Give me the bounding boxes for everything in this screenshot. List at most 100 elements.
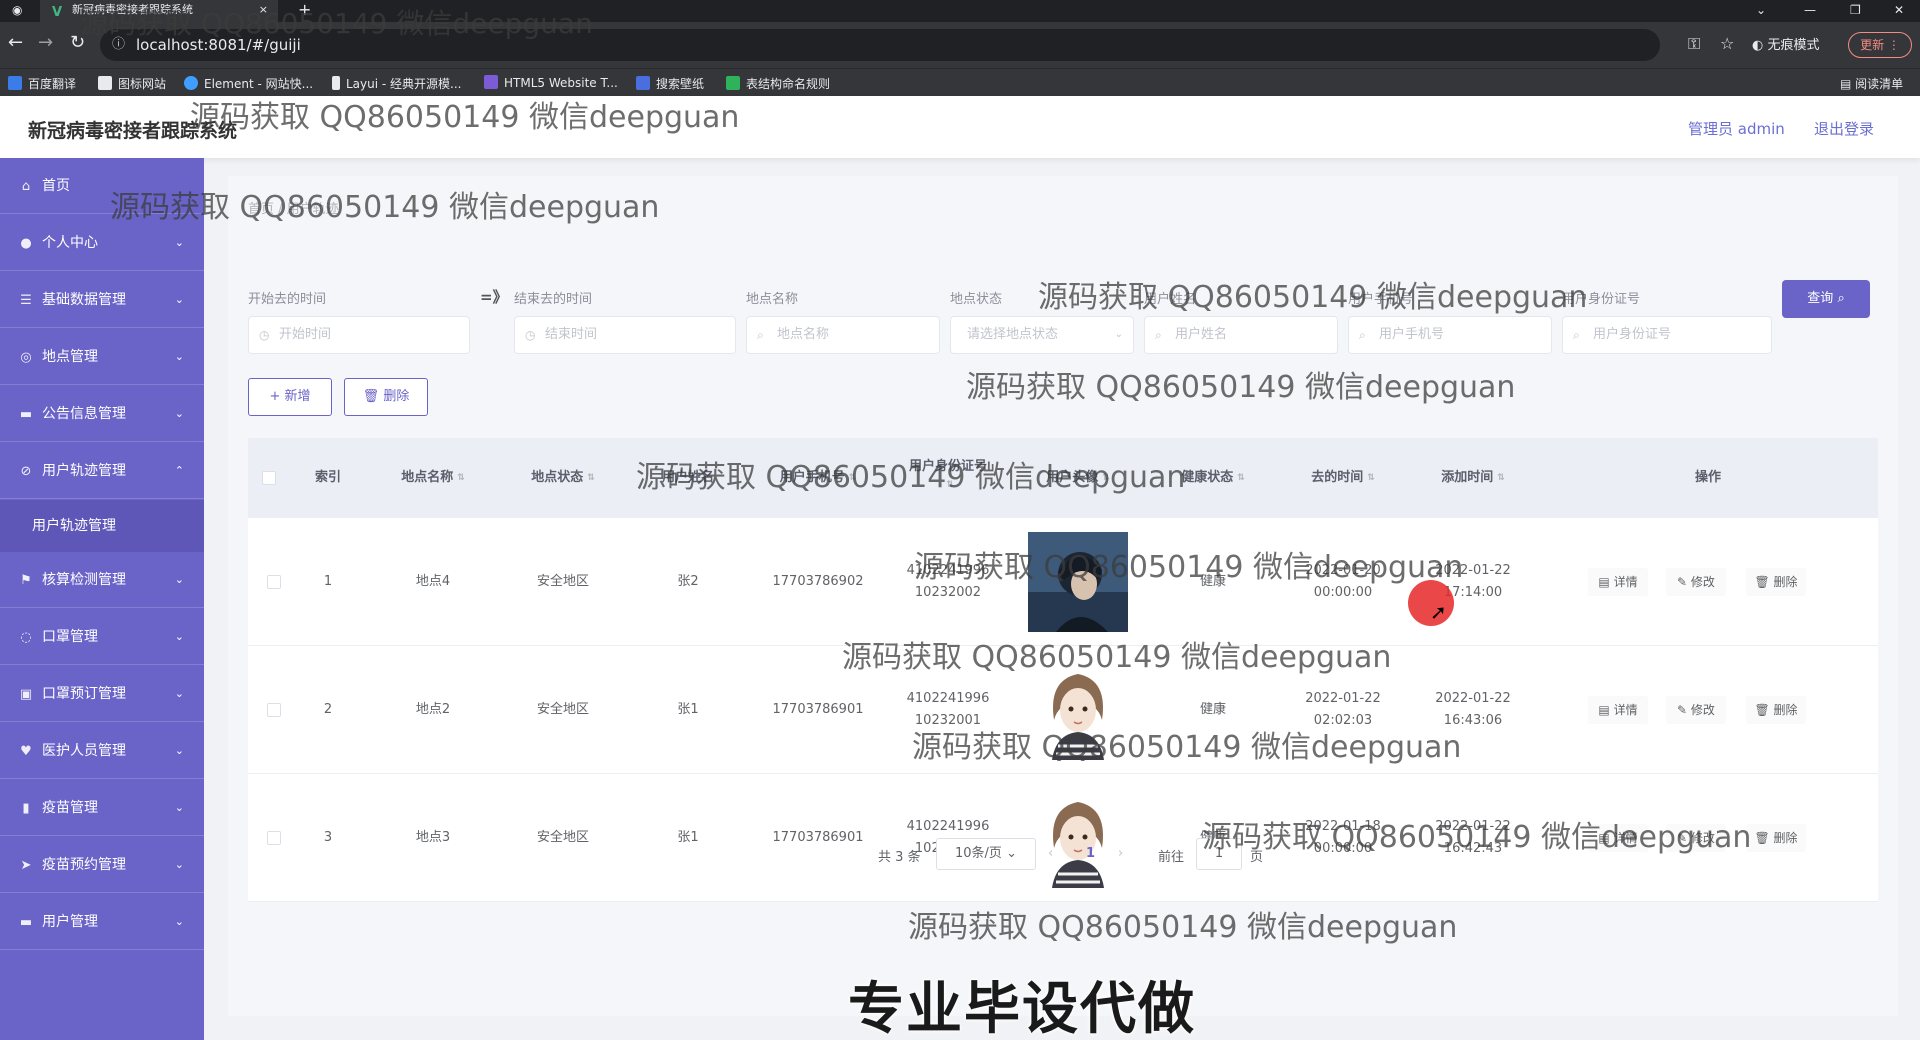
col-username[interactable]: 用户姓名 <box>628 438 748 518</box>
row-checkbox[interactable] <box>267 703 281 717</box>
tab-search-icon[interactable]: ⌄ <box>1756 0 1766 20</box>
sort-icon[interactable]: ⇅ <box>946 476 954 494</box>
add-button[interactable]: + 新增 <box>248 378 332 416</box>
bookmark-item[interactable]: 百度翻译 <box>8 75 76 92</box>
cell-place: 地点4 <box>415 574 451 589</box>
close-window-icon[interactable]: ✕ <box>1894 0 1904 20</box>
sidebar-item-home[interactable]: ⌂ 首页 <box>0 158 204 214</box>
sidebar-subitem-tracks[interactable]: 用户轨迹管理 <box>0 500 204 552</box>
key-icon[interactable]: ⚿ <box>1688 34 1700 54</box>
delete-button[interactable]: 🗑 删除 <box>1746 568 1806 596</box>
bookmark-item[interactable]: Layui - 经典开源模... <box>332 75 461 92</box>
new-tab-button[interactable]: + <box>298 0 311 20</box>
user-phone-label: 用户手机号 <box>1348 292 1414 307</box>
row-checkbox[interactable] <box>267 575 281 589</box>
sidebar-item-profile[interactable]: ● 个人中心 ⌄ <box>0 215 204 271</box>
col-go-time[interactable]: 去的时间 ⇅ <box>1278 438 1408 518</box>
bookmark-item[interactable]: Element - 网站快... <box>184 75 313 92</box>
star-icon[interactable]: ☆ <box>1720 34 1734 53</box>
place-status-select[interactable]: 请选择地点状态 ⌄ <box>950 316 1134 354</box>
sort-icon[interactable]: ⇅ <box>457 438 465 518</box>
main-content: 首页 / 用户轨迹 开始去的时间 ◷ 开始时间 =》 结束去的时间 ◷ 结束时间 地… <box>228 176 1898 1016</box>
sidebar-item-medics[interactable]: ♥ 医护人员管理 ⌄ <box>0 723 204 779</box>
sort-icon[interactable]: ⇅ <box>1497 438 1505 518</box>
user-name-input[interactable]: ⌕ 用户姓名 <box>1144 316 1338 354</box>
list-icon: ☰ <box>20 293 32 308</box>
sort-icon[interactable]: ⇅ <box>1237 438 1245 518</box>
forward-icon[interactable]: → <box>38 32 53 53</box>
url-input[interactable]: ⓘ localhost:8081/#/guiji <box>100 29 1660 61</box>
browser-menu-icon[interactable]: ◉ <box>12 0 22 20</box>
restore-icon[interactable]: ❐ <box>1850 0 1861 20</box>
reload-icon[interactable]: ↻ <box>70 32 85 53</box>
col-phone[interactable]: 用户手机号 ⇅ <box>748 438 888 518</box>
pagination: 共 3 条 10条/页 ⌄ ‹ 1 › 前往 1 页 <box>228 836 1898 876</box>
tab-close-icon[interactable]: × <box>259 0 268 20</box>
sidebar-item-vaccine-appointments[interactable]: ➤ 疫苗预约管理 ⌄ <box>0 837 204 893</box>
search-icon: ⌕ <box>1155 328 1162 342</box>
update-button[interactable]: 更新 ⋮ <box>1848 32 1912 58</box>
col-status[interactable]: 地点状态 ⇅ <box>498 438 628 518</box>
incognito-icon: ◐ <box>1752 38 1768 53</box>
cell-status: 安全地区 <box>536 702 589 717</box>
detail-button[interactable]: ▤ 详情 <box>1588 568 1648 596</box>
row-select-cell[interactable] <box>262 646 286 774</box>
edit-icon: ✎ <box>1677 575 1691 589</box>
minimize-icon[interactable]: — <box>1804 0 1816 20</box>
sidebar-item-vaccines[interactable]: ▮ 疫苗管理 ⌄ <box>0 780 204 836</box>
sidebar-item-notices[interactable]: ▬ 公告信息管理 ⌄ <box>0 386 204 442</box>
page-size-select[interactable]: 10条/页 ⌄ <box>936 838 1036 870</box>
sidebar-item-mask-orders[interactable]: ▣ 口罩预订管理 ⌄ <box>0 666 204 722</box>
sort-icon[interactable]: ⇅ <box>587 438 595 518</box>
select-all-checkbox[interactable] <box>262 471 276 485</box>
batch-delete-button[interactable]: 🗑 删除 <box>344 378 428 416</box>
back-icon[interactable]: ← <box>8 32 23 53</box>
sort-icon[interactable]: ⇅ <box>1367 438 1375 518</box>
sidebar-item-places[interactable]: ◎ 地点管理 ⌄ <box>0 329 204 385</box>
col-add-time[interactable]: 添加时间 ⇅ <box>1408 438 1538 518</box>
element-icon <box>184 76 198 90</box>
avatar[interactable] <box>1028 660 1128 760</box>
sort-icon[interactable]: ⇅ <box>849 438 857 518</box>
start-time-input[interactable]: ◷ 开始时间 <box>248 316 470 354</box>
user-idcard-input[interactable]: ⌕ 用户身份证号 <box>1562 316 1772 354</box>
detail-button[interactable]: ▤ 详情 <box>1588 696 1648 724</box>
sidebar-item-users[interactable]: ▬ 用户管理 ⌄ <box>0 894 204 950</box>
search-button[interactable]: 查询 ⌕ <box>1782 280 1870 318</box>
sidebar-item-basedata[interactable]: ☰ 基础数据管理 ⌄ <box>0 272 204 328</box>
sidebar-item-masks[interactable]: ◌ 口罩管理 ⌄ <box>0 609 204 665</box>
edit-button[interactable]: ✎ 修改 <box>1666 696 1726 724</box>
site-info-icon[interactable]: ⓘ <box>112 29 125 61</box>
select-all-cell[interactable] <box>262 438 286 518</box>
sidebar-item-tests[interactable]: ⚑ 核算检测管理 ⌄ <box>0 552 204 608</box>
goto-input[interactable]: 1 <box>1196 838 1242 870</box>
cell-add-time: 2022-01-22 16:43:06 <box>1435 691 1511 728</box>
search-icon: ⌕ <box>1359 328 1366 342</box>
col-health[interactable]: 健康状态 ⇅ <box>1148 438 1278 518</box>
delete-button[interactable]: 🗑 删除 <box>1746 696 1806 724</box>
cell-idcard: 410224199610232002 <box>906 563 990 600</box>
bookmark-item[interactable]: 表结构命名规则 <box>726 75 830 92</box>
bookmark-item[interactable]: 图标网站 <box>98 75 166 92</box>
browser-tab[interactable]: V 新冠病毒密接者跟踪系统 × <box>40 0 278 22</box>
incognito-indicator[interactable]: ◐ 无痕模式 <box>1752 34 1820 53</box>
sidebar-item-tracks[interactable]: ⊘ 用户轨迹管理 ⌃ <box>0 443 204 499</box>
col-idcard[interactable]: 用户身份证号 ⇅ <box>888 438 1008 518</box>
end-time-input[interactable]: ◷ 结束时间 <box>514 316 736 354</box>
bookmark-item[interactable]: 搜索壁纸 <box>636 75 704 92</box>
sort-icon[interactable]: ⇅ <box>1102 438 1110 518</box>
reading-list[interactable]: ▤ 阅读清单 <box>1840 75 1903 92</box>
user-phone-input[interactable]: ⌕ 用户手机号 <box>1348 316 1552 354</box>
admin-user-link[interactable]: 管理员 admin <box>1688 118 1785 139</box>
logout-link[interactable]: 退出登录 <box>1814 118 1874 139</box>
row-select-cell[interactable] <box>262 518 286 646</box>
edit-button[interactable]: ✎ 修改 <box>1666 568 1726 596</box>
col-avatar[interactable]: 用户头像 ⇅ <box>1008 438 1148 518</box>
prev-page-icon[interactable]: ‹ <box>1048 846 1053 861</box>
next-page-icon[interactable]: › <box>1118 846 1123 861</box>
avatar[interactable] <box>1028 532 1128 632</box>
bookmark-item[interactable]: HTML5 Website T... <box>484 75 618 90</box>
col-place[interactable]: 地点名称 ⇅ <box>368 438 498 518</box>
place-name-input[interactable]: ⌕ 地点名称 <box>746 316 940 354</box>
page-number[interactable]: 1 <box>1086 846 1095 861</box>
